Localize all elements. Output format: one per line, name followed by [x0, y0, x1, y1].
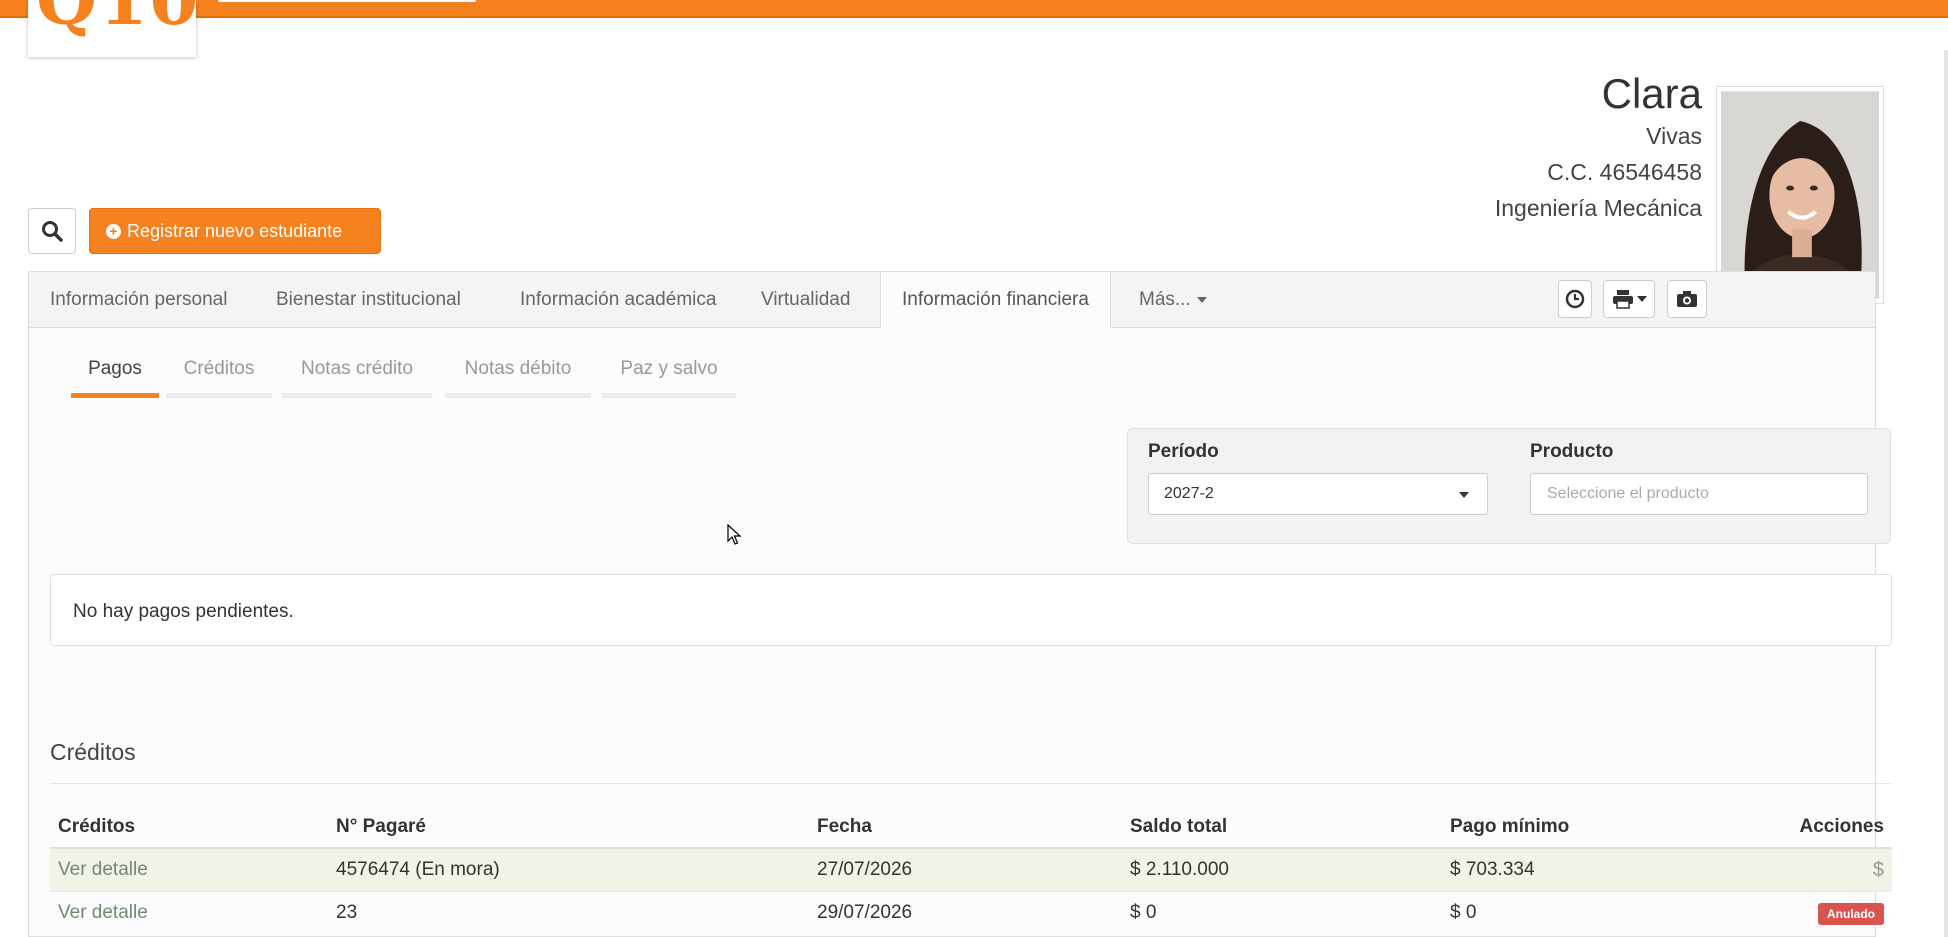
print-dropdown-button[interactable] — [1603, 280, 1655, 318]
tab-bienestar-institucional[interactable]: Bienestar institucional — [255, 272, 482, 327]
pagare-cell: 4576474 (En mora) — [328, 847, 809, 892]
vertical-scrollbar[interactable] — [1944, 50, 1948, 937]
subtab-label: Paz y salvo — [620, 358, 718, 379]
table-row: Ver detalle 4576474 (En mora) 27/07/2026… — [50, 847, 1892, 892]
fecha-cell: 29/07/2026 — [809, 891, 1122, 934]
tab-informacion-financiera[interactable]: Información financiera — [880, 272, 1111, 328]
student-panel: Información personal Bienestar instituci… — [28, 271, 1892, 937]
subtab-notas-debito[interactable]: Notas débito — [445, 358, 591, 398]
subtab-creditos[interactable]: Créditos — [166, 358, 272, 398]
saldo-cell: $ 0 — [1122, 891, 1442, 934]
table-header-row: Créditos N° Pagaré Fecha Saldo total Pag… — [50, 807, 1892, 849]
tab-label: Información financiera — [902, 289, 1089, 310]
camera-button[interactable] — [1667, 280, 1707, 318]
period-value: 2027-2 — [1164, 485, 1214, 502]
subtab-indicator — [282, 393, 432, 398]
search-icon — [42, 221, 63, 242]
mouse-cursor-icon — [727, 524, 742, 545]
subtab-label: Créditos — [183, 358, 255, 379]
student-first-name: Clara — [1601, 70, 1702, 117]
plus-circle-icon: + — [106, 223, 121, 239]
print-icon — [1612, 290, 1633, 309]
filters-panel: Período 2027-2 Producto — [1127, 428, 1891, 544]
tab-virtualidad[interactable]: Virtualidad — [740, 272, 871, 327]
col-header-pagare: N° Pagaré — [328, 807, 809, 849]
product-label: Producto — [1530, 441, 1614, 462]
student-last-name: Vivas — [1646, 123, 1702, 149]
pay-action-icon[interactable]: $ — [1873, 859, 1884, 881]
credits-table: Créditos N° Pagaré Fecha Saldo total Pag… — [50, 807, 1892, 934]
subtab-notas-credito[interactable]: Notas crédito — [282, 358, 432, 398]
tab-informacion-academica[interactable]: Información académica — [499, 272, 737, 327]
subtab-label: Notas crédito — [301, 358, 413, 379]
student-header: Clara Vivas C.C. 46546458 Ingeniería Mec… — [1495, 70, 1702, 226]
period-select[interactable]: 2027-2 — [1148, 473, 1488, 515]
logo[interactable]: Q10 — [28, 0, 196, 57]
caret-down-icon — [1196, 296, 1207, 303]
tab-label: Bienestar institucional — [276, 289, 461, 310]
subtab-label: Pagos — [88, 358, 142, 379]
search-button[interactable] — [28, 208, 76, 254]
tab-label: Información personal — [50, 289, 228, 310]
logo-text: Q10 — [36, 0, 196, 41]
subtab-label: Notas débito — [464, 358, 572, 379]
student-photo-image — [1721, 91, 1879, 299]
subtab-indicator — [166, 393, 272, 398]
saldo-cell: $ 2.110.000 — [1122, 847, 1442, 892]
credits-section-title: Créditos — [50, 739, 136, 765]
tab-informacion-personal[interactable]: Información personal — [29, 272, 248, 327]
divider — [50, 783, 1892, 784]
caret-down-icon — [1459, 492, 1469, 498]
subtab-indicator — [602, 393, 736, 398]
tab-label: Más... — [1139, 289, 1191, 310]
subtab-indicator — [71, 393, 159, 398]
ver-detalle-link[interactable]: Ver detalle — [50, 891, 328, 934]
tab-mas-dropdown[interactable]: Más... — [1118, 272, 1228, 327]
period-label: Período — [1148, 441, 1219, 462]
tab-label: Información académica — [520, 289, 717, 310]
clock-icon — [1565, 289, 1585, 309]
product-input[interactable] — [1530, 473, 1868, 515]
register-student-label: Registrar nuevo estudiante — [127, 220, 343, 241]
caret-down-icon — [1636, 296, 1647, 302]
subtab-indicator — [445, 393, 591, 398]
register-student-button[interactable]: + Registrar nuevo estudiante — [89, 208, 381, 254]
status-badge: Anulado — [1818, 902, 1884, 925]
top-search-field[interactable] — [218, 0, 476, 2]
pending-text: No hay pagos pendientes. — [73, 601, 294, 622]
col-header-saldo-total: Saldo total — [1122, 807, 1442, 849]
pending-payments-message: No hay pagos pendientes. — [50, 574, 1892, 646]
col-header-acciones: Acciones — [1788, 807, 1892, 849]
camera-icon — [1677, 291, 1697, 307]
col-header-pago-minimo: Pago mínimo — [1442, 807, 1788, 849]
top-bar — [0, 0, 1948, 18]
subtab-paz-y-salvo[interactable]: Paz y salvo — [602, 358, 736, 398]
ver-detalle-link[interactable]: Ver detalle — [50, 847, 328, 892]
main-tabs: Información personal Bienestar instituci… — [29, 272, 1875, 328]
fecha-cell: 27/07/2026 — [809, 847, 1122, 892]
student-document: C.C. 46546458 — [1547, 159, 1702, 185]
table-row: Ver detalle 23 29/07/2026 $ 0 $ 0 Anulad… — [50, 891, 1892, 934]
subtab-pagos[interactable]: Pagos — [71, 358, 159, 398]
history-button[interactable] — [1558, 280, 1592, 318]
student-program: Ingeniería Mecánica — [1494, 195, 1702, 221]
pagare-cell: 23 — [328, 891, 809, 934]
tab-label: Virtualidad — [761, 289, 851, 310]
col-header-fecha: Fecha — [809, 807, 1122, 849]
col-header-creditos: Créditos — [50, 807, 328, 849]
minimo-cell: $ 703.334 — [1442, 847, 1788, 892]
minimo-cell: $ 0 — [1442, 891, 1788, 934]
